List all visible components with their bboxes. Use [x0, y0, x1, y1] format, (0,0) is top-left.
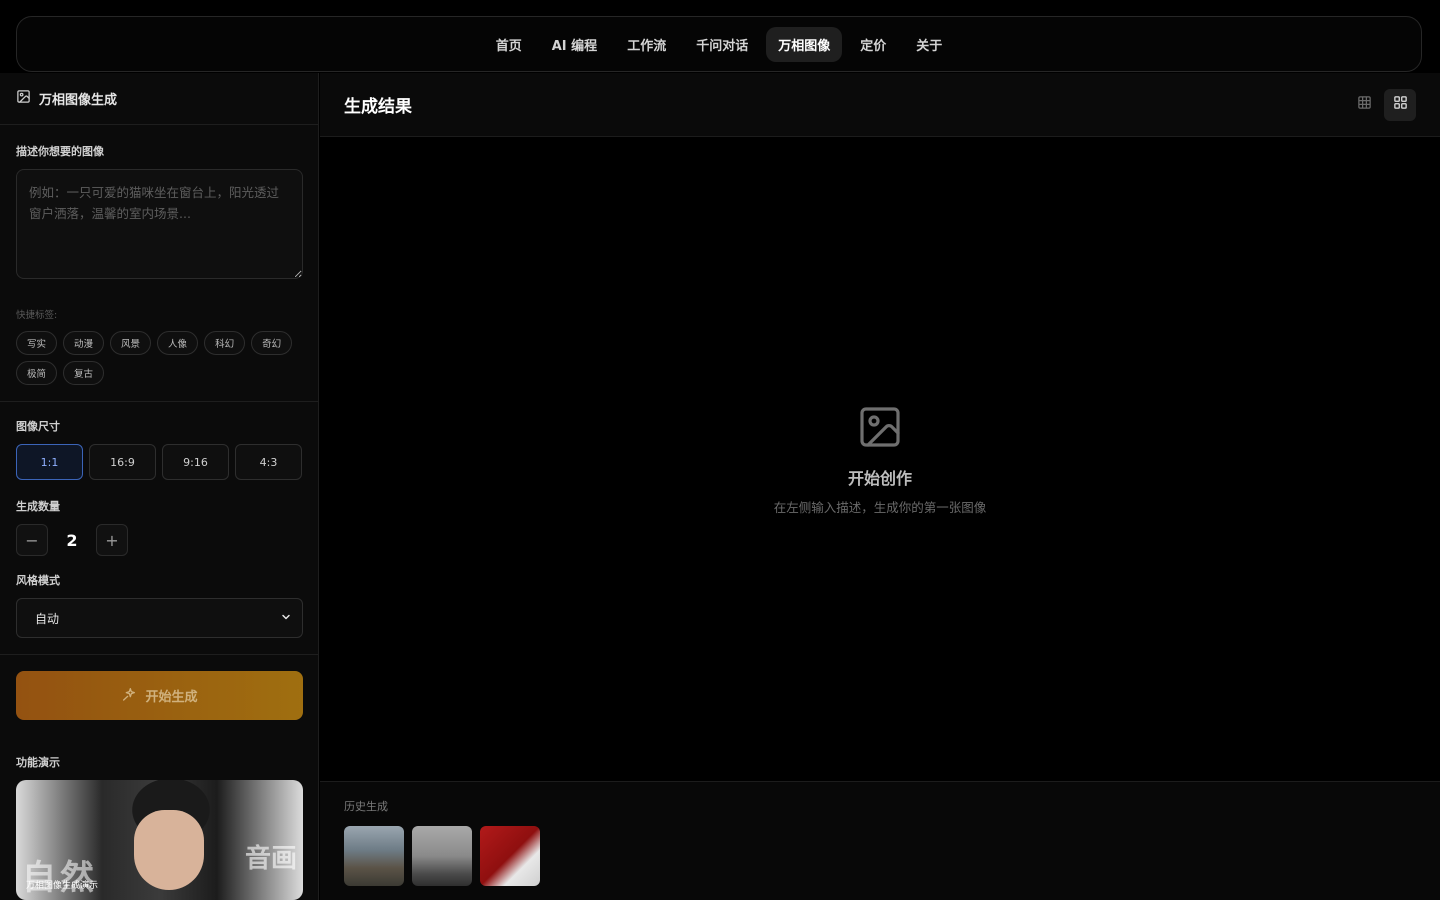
sidebar-header: 万相图像生成: [0, 73, 318, 125]
prompt-input[interactable]: [16, 169, 303, 279]
nav-item-about[interactable]: 关于: [904, 27, 954, 62]
size-label: 图像尺寸: [16, 420, 60, 433]
nav-item-qwen-chat[interactable]: 千问对话: [684, 27, 760, 62]
prompt-label: 描述你想要的图像: [16, 145, 104, 158]
tag-minimal[interactable]: 极简: [16, 361, 58, 385]
main-panel: 生成结果 开始创作 在左侧输入描述，生成你的第一张图像 历史生成: [320, 73, 1440, 900]
style-select[interactable]: 自动: [16, 598, 303, 638]
page-title: 生成结果: [344, 97, 412, 117]
empty-state-title: 开始创作: [847, 468, 912, 488]
main-header: 生成结果: [320, 73, 1440, 137]
history-thumbnail-shoes[interactable]: [480, 826, 540, 886]
style-select-value: 自动: [35, 611, 60, 626]
section-divider: [0, 401, 318, 402]
demo-video[interactable]: 自然 音画 万相图像生成演示: [16, 780, 303, 900]
minus-icon: −: [25, 530, 39, 550]
sidebar: 万相图像生成 描述你想要的图像 快捷标签: 写实 动漫 风景 人像 科幻 奇幻 …: [0, 73, 319, 900]
size-option-16-9[interactable]: 16:9: [89, 444, 156, 480]
increase-button[interactable]: +: [96, 524, 128, 556]
grid-2x2-view-button[interactable]: [1384, 88, 1416, 121]
count-value: 2: [66, 530, 78, 550]
view-toggle: [1348, 88, 1416, 121]
tag-anime[interactable]: 动漫: [63, 331, 105, 355]
history-panel: 历史生成: [320, 781, 1440, 900]
empty-state: 开始创作 在左侧输入描述，生成你的第一张图像: [320, 137, 1440, 781]
nav-item-pricing[interactable]: 定价: [848, 27, 898, 62]
nav-item-home[interactable]: 首页: [484, 27, 534, 62]
history-thumbnail-mountain[interactable]: [344, 826, 404, 886]
sparkle-icon: [121, 686, 137, 706]
grid-3x3-view-button[interactable]: [1348, 89, 1380, 121]
quick-tags-label: 快捷标签:: [16, 310, 58, 321]
demo-overlay-right: 音画: [244, 844, 297, 874]
count-stepper: − 2 +: [16, 524, 302, 556]
decrease-button[interactable]: −: [16, 524, 48, 556]
tag-portrait[interactable]: 人像: [157, 331, 199, 355]
size-options: 1:1 16:9 9:16 4:3: [16, 444, 302, 480]
size-option-9-16[interactable]: 9:16: [162, 444, 229, 480]
count-label: 生成数量: [16, 500, 60, 513]
sidebar-title: 万相图像生成: [39, 93, 118, 108]
plus-icon: +: [105, 530, 119, 550]
demo-overlay-left: 自然: [22, 858, 98, 898]
tag-landscape[interactable]: 风景: [110, 331, 152, 355]
chevron-down-icon: [280, 611, 292, 626]
nav-item-workflow[interactable]: 工作流: [615, 27, 678, 62]
size-option-4-3[interactable]: 4:3: [235, 444, 302, 480]
image-icon: [16, 89, 31, 108]
style-label: 风格模式: [16, 574, 60, 587]
tag-realistic[interactable]: 写实: [16, 331, 58, 355]
demo-caption: 万相图像生成演示: [26, 881, 99, 891]
quick-tags: 写实 动漫 风景 人像 科幻 奇幻 极简 复古: [16, 331, 306, 385]
tag-scifi[interactable]: 科幻: [204, 331, 246, 355]
history-label: 历史生成: [344, 800, 388, 813]
history-thumbnails: [344, 826, 1416, 886]
nav-item-ai-coding[interactable]: AI 编程: [540, 27, 609, 62]
section-divider: [0, 654, 318, 655]
grid-3x3-icon: [1357, 95, 1372, 114]
demo-label: 功能演示: [16, 756, 60, 769]
tag-fantasy[interactable]: 奇幻: [251, 331, 293, 355]
image-placeholder-icon: [856, 403, 904, 455]
demo-face: [134, 810, 204, 890]
tag-retro[interactable]: 复古: [63, 361, 105, 385]
empty-state-subtitle: 在左侧输入描述，生成你的第一张图像: [773, 499, 987, 515]
size-option-1-1[interactable]: 1:1: [16, 444, 83, 480]
nav-item-wanxiang-image[interactable]: 万相图像: [766, 26, 843, 62]
grid-2x2-icon: [1393, 95, 1408, 114]
generate-button[interactable]: 开始生成: [16, 671, 303, 720]
generate-button-label: 开始生成: [145, 690, 198, 705]
top-navigation: 首页 AI 编程 工作流 千问对话 万相图像 定价 关于: [16, 16, 1422, 72]
history-thumbnail-forest[interactable]: [412, 826, 472, 886]
